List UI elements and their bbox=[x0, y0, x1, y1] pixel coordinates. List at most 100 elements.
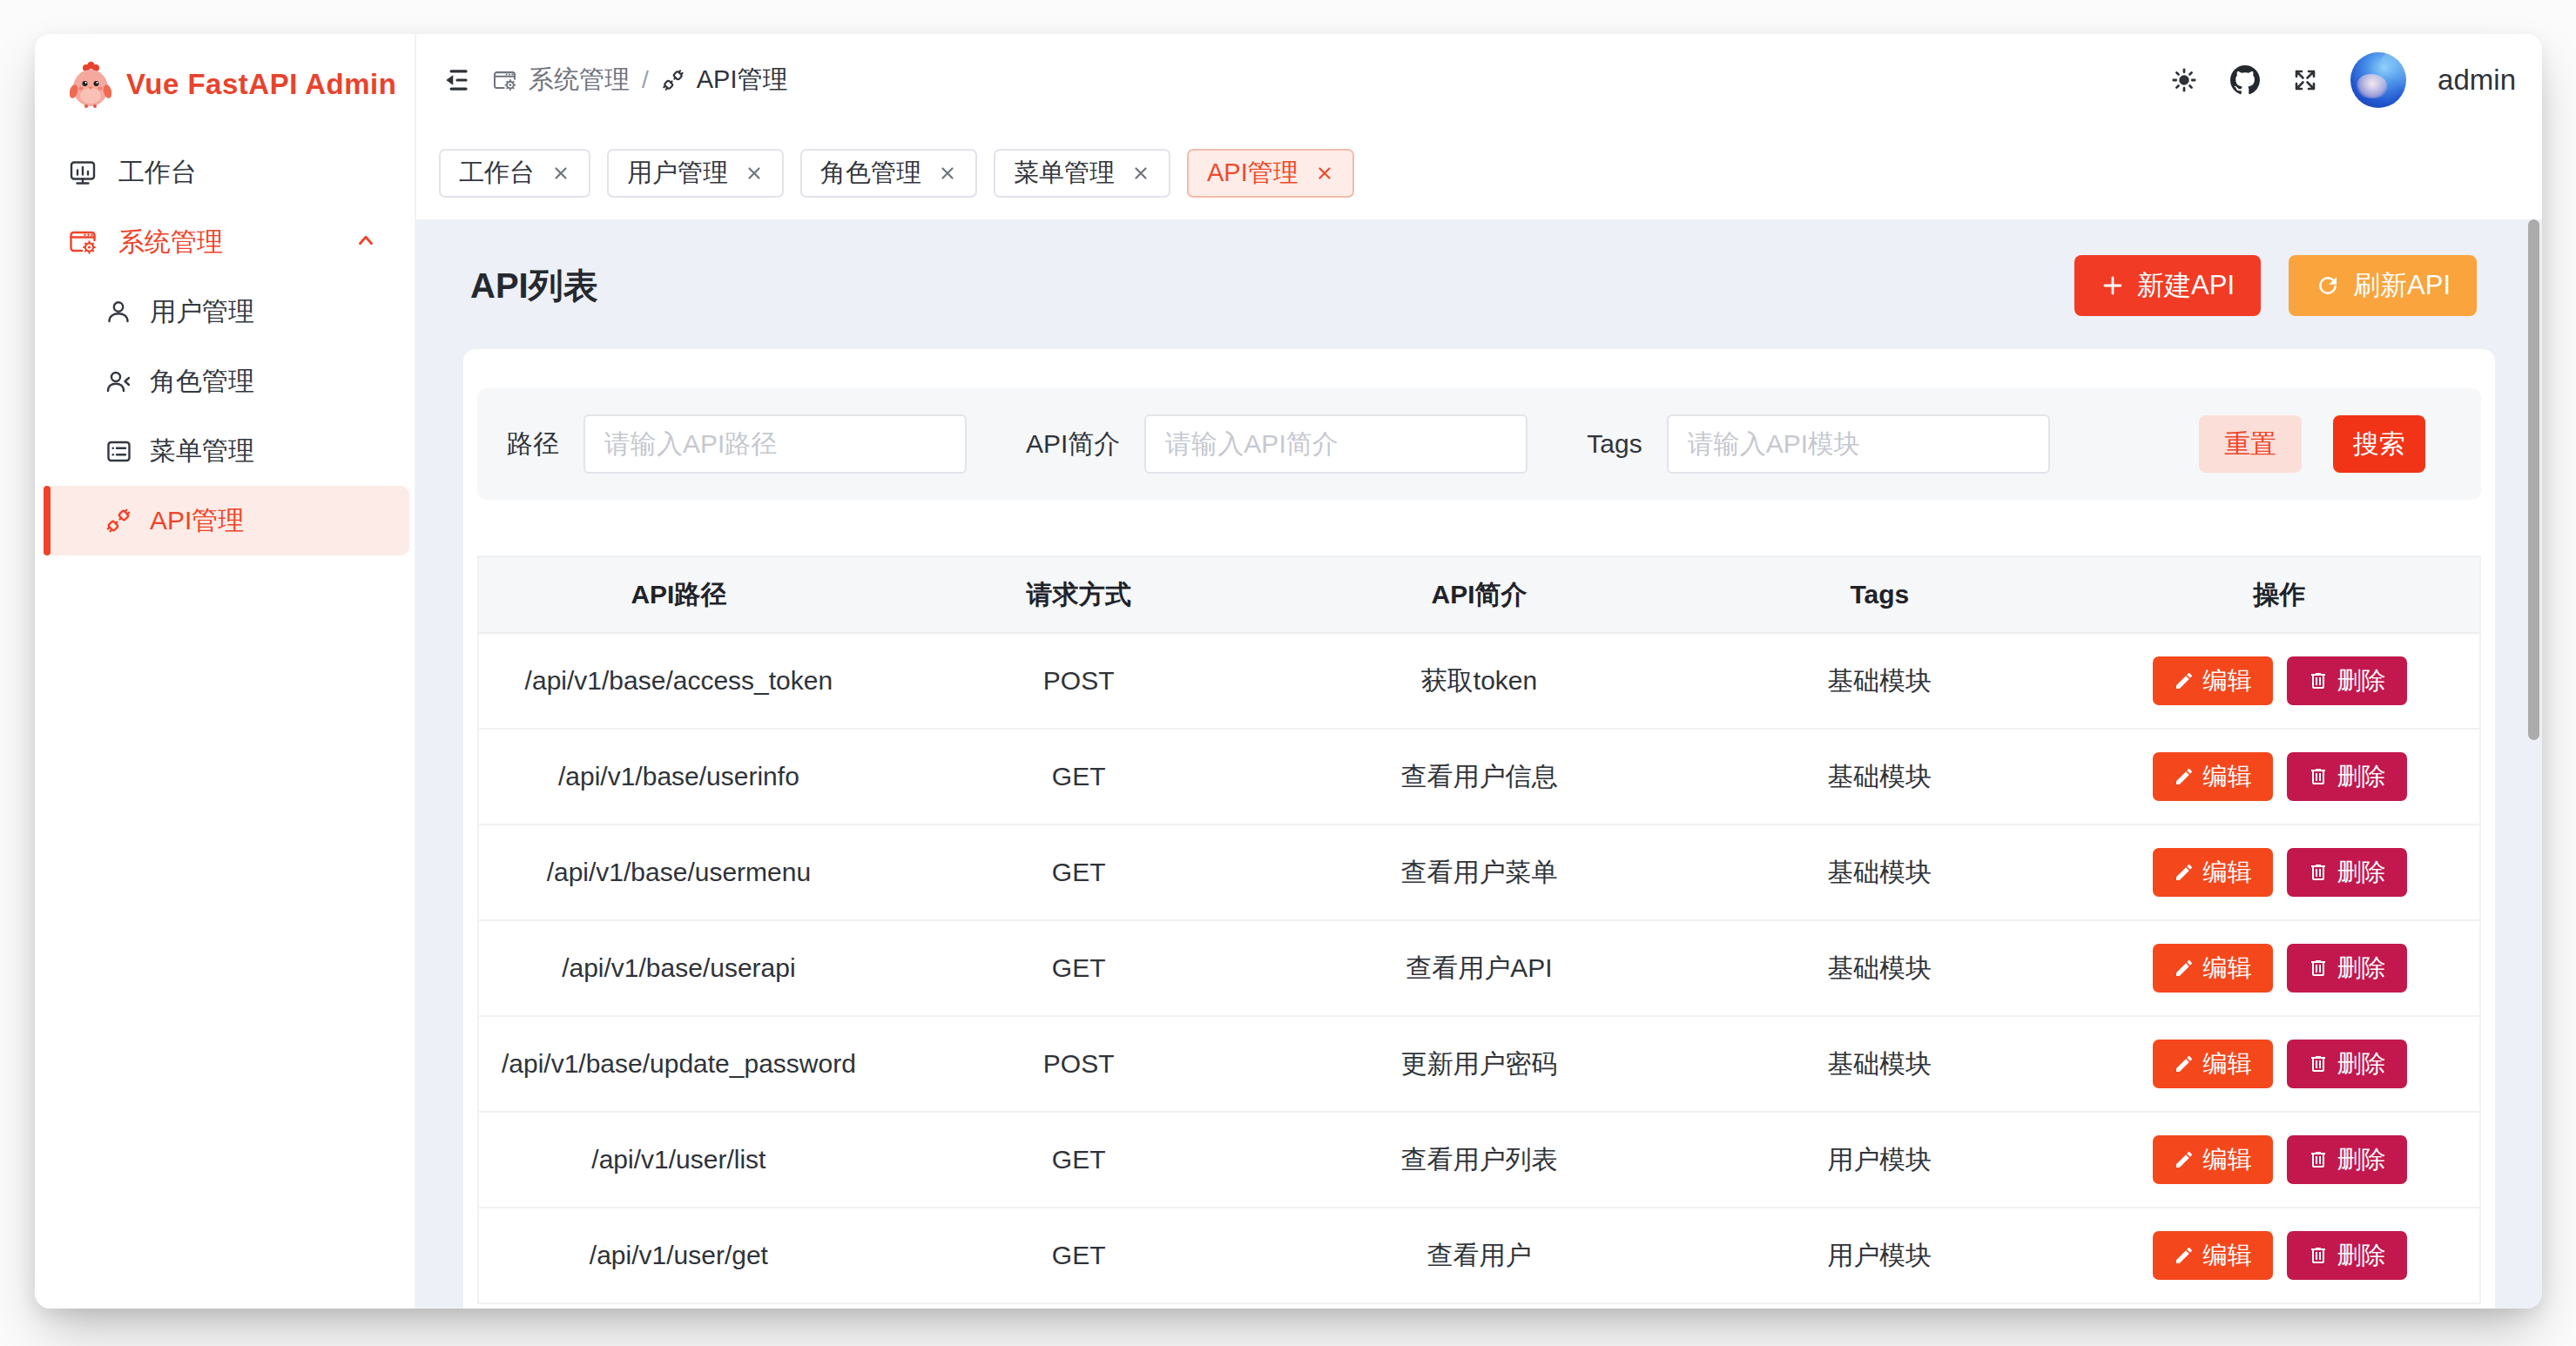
theme-sun-icon[interactable] bbox=[2169, 65, 2199, 95]
table-body: /api/v1/base/access_tokenPOST获取token基础模块… bbox=[478, 633, 2480, 1303]
cell-method: GET bbox=[879, 824, 1279, 920]
reset-button[interactable]: 重置 bbox=[2199, 415, 2302, 473]
scrollbar-thumb[interactable] bbox=[2528, 219, 2539, 740]
edit-button[interactable]: 编辑 bbox=[2153, 944, 2273, 993]
topbar: 系统管理 / API管理 bbox=[416, 34, 2542, 126]
github-icon[interactable] bbox=[2230, 65, 2260, 95]
app-window: Vue FastAPI Admin 工作台 bbox=[35, 34, 2542, 1309]
edit-button[interactable]: 编辑 bbox=[2153, 1135, 2273, 1184]
delete-button[interactable]: 删除 bbox=[2287, 848, 2407, 897]
column-header: Tags bbox=[1679, 556, 2080, 633]
sidebar-item-menus[interactable]: 菜单管理 bbox=[44, 416, 409, 486]
edit-button[interactable]: 编辑 bbox=[2153, 1231, 2273, 1280]
filter-tags: Tags bbox=[1587, 414, 2049, 474]
table-row: /api/v1/base/usermenuGET查看用户菜单基础模块编辑删除 bbox=[478, 824, 2480, 920]
role-icon bbox=[105, 367, 132, 395]
cell-summary: 更新用户密码 bbox=[1279, 1016, 1680, 1112]
sidebar-item-system[interactable]: 系统管理 bbox=[44, 207, 409, 277]
delete-button[interactable]: 删除 bbox=[2287, 752, 2407, 801]
tab-0[interactable]: 工作台 bbox=[439, 149, 590, 198]
cell-summary: 查看用户列表 bbox=[1279, 1112, 1680, 1208]
new-api-button[interactable]: 新建API bbox=[2074, 255, 2261, 316]
delete-button[interactable]: 删除 bbox=[2287, 656, 2407, 705]
table-row: /api/v1/base/update_passwordPOST更新用户密码基础… bbox=[478, 1016, 2480, 1112]
search-button[interactable]: 搜索 bbox=[2333, 415, 2425, 473]
sidebar-item-users[interactable]: 用户管理 bbox=[44, 277, 409, 347]
user-avatar[interactable] bbox=[2350, 52, 2406, 108]
cell-summary: 获取token bbox=[1279, 633, 1680, 729]
cell-method: GET bbox=[879, 1208, 1279, 1303]
edit-button[interactable]: 编辑 bbox=[2153, 848, 2273, 897]
table-row: /api/v1/base/userinfoGET查看用户信息基础模块编辑删除 bbox=[478, 729, 2480, 824]
cell-path: /api/v1/user/list bbox=[478, 1112, 879, 1208]
column-header: 操作 bbox=[2080, 556, 2480, 633]
page-title: API列表 bbox=[470, 262, 598, 310]
edit-button[interactable]: 编辑 bbox=[2153, 656, 2273, 705]
delete-button[interactable]: 删除 bbox=[2287, 1231, 2407, 1280]
table-row: /api/v1/user/getGET查看用户用户模块编辑删除 bbox=[478, 1208, 2480, 1303]
breadcrumb-separator: / bbox=[642, 66, 649, 94]
topbar-actions: admin bbox=[2169, 52, 2516, 108]
cell-actions: 编辑删除 bbox=[2080, 824, 2480, 920]
header-buttons: 新建API 刷新API bbox=[2074, 255, 2477, 316]
cell-tags: 基础模块 bbox=[1679, 633, 2080, 729]
column-header: 请求方式 bbox=[879, 556, 1279, 633]
system-icon bbox=[68, 227, 98, 257]
filter-bar: 路径 API简介 Tags 重置 搜索 bbox=[477, 388, 2481, 500]
filter-summary: API简介 bbox=[1026, 414, 1527, 474]
delete-button[interactable]: 删除 bbox=[2287, 1040, 2407, 1088]
logo[interactable]: Vue FastAPI Admin bbox=[35, 34, 415, 108]
tab-1[interactable]: 用户管理 bbox=[607, 149, 784, 198]
delete-button[interactable]: 删除 bbox=[2287, 944, 2407, 993]
api-icon bbox=[105, 507, 132, 535]
collapse-sidebar-icon[interactable] bbox=[442, 64, 473, 96]
tab-3[interactable]: 菜单管理 bbox=[994, 149, 1170, 198]
tabbar: 工作台用户管理角色管理菜单管理 API管理 bbox=[416, 126, 2542, 219]
menu-icon bbox=[105, 437, 132, 465]
system-icon bbox=[492, 68, 517, 93]
cell-actions: 编辑删除 bbox=[2080, 1208, 2480, 1303]
api-card: 路径 API简介 Tags 重置 搜索 bbox=[463, 349, 2495, 1309]
table-row: /api/v1/user/listGET查看用户列表用户模块编辑删除 bbox=[478, 1112, 2480, 1208]
tab-2[interactable]: 角色管理 bbox=[800, 149, 977, 198]
summary-input[interactable] bbox=[1144, 414, 1527, 474]
cell-method: POST bbox=[879, 633, 1279, 729]
username[interactable]: admin bbox=[2438, 64, 2516, 97]
cell-actions: 编辑删除 bbox=[2080, 633, 2480, 729]
cell-tags: 用户模块 bbox=[1679, 1208, 2080, 1303]
breadcrumb-system[interactable]: 系统管理 bbox=[492, 63, 630, 98]
delete-button[interactable]: 删除 bbox=[2287, 1135, 2407, 1184]
api-icon bbox=[661, 68, 685, 92]
edit-button[interactable]: 编辑 bbox=[2153, 752, 2273, 801]
tab-close-icon[interactable] bbox=[1131, 164, 1150, 183]
chicken-logo-icon bbox=[70, 61, 111, 108]
breadcrumb-api[interactable]: API管理 bbox=[661, 63, 788, 98]
cell-actions: 编辑删除 bbox=[2080, 920, 2480, 1016]
tags-input[interactable] bbox=[1667, 414, 2050, 474]
column-header: API路径 bbox=[478, 556, 879, 633]
cell-path: /api/v1/base/usermenu bbox=[478, 824, 879, 920]
cell-method: GET bbox=[879, 729, 1279, 824]
edit-button[interactable]: 编辑 bbox=[2153, 1040, 2273, 1088]
table-header-row: API路径请求方式API简介Tags操作 bbox=[478, 556, 2480, 633]
cell-tags: 基础模块 bbox=[1679, 729, 2080, 824]
user-icon bbox=[105, 298, 132, 326]
tab-close-icon[interactable] bbox=[938, 164, 957, 183]
fullscreen-icon[interactable] bbox=[2291, 66, 2319, 94]
refresh-icon bbox=[2315, 273, 2341, 299]
title-row: API列表 新建API 刷新API bbox=[463, 255, 2495, 316]
tab-close-icon[interactable] bbox=[551, 164, 570, 183]
tab-close-icon[interactable] bbox=[745, 164, 764, 183]
path-input[interactable] bbox=[583, 414, 967, 474]
sidebar: Vue FastAPI Admin 工作台 bbox=[35, 34, 416, 1309]
tab-close-icon[interactable] bbox=[1315, 164, 1334, 183]
sidebar-item-api[interactable]: API管理 bbox=[44, 486, 409, 555]
cell-actions: 编辑删除 bbox=[2080, 1112, 2480, 1208]
table-row: /api/v1/base/userapiGET查看用户API基础模块编辑删除 bbox=[478, 920, 2480, 1016]
refresh-api-button[interactable]: 刷新API bbox=[2289, 255, 2477, 316]
cell-actions: 编辑删除 bbox=[2080, 1016, 2480, 1112]
sidebar-item-roles[interactable]: 角色管理 bbox=[44, 347, 409, 416]
sidebar-item-workbench[interactable]: 工作台 bbox=[44, 138, 409, 207]
cell-summary: 查看用户菜单 bbox=[1279, 824, 1680, 920]
tab-4[interactable]: API管理 bbox=[1187, 149, 1354, 198]
